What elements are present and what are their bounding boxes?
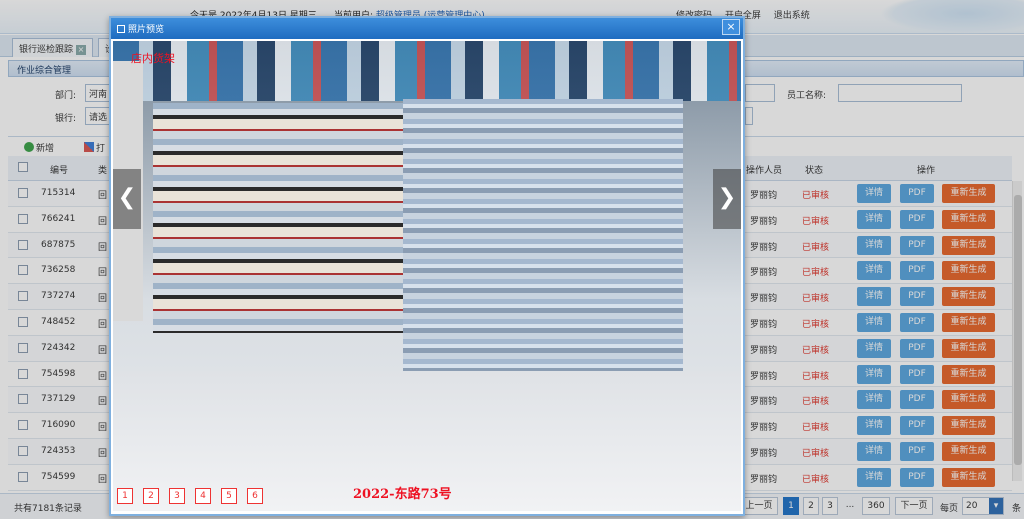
preview-photo: 店内货架 2022-东路73号 ❮ ❯ 1 2 3 4 5 6	[113, 41, 741, 511]
photo-preview-modal: 照片预览 × 店内货架 2022-东路73号 ❮ ❯ 1 2 3 4 5 6	[109, 16, 745, 516]
close-icon[interactable]: ×	[722, 19, 740, 35]
photo-index-1[interactable]: 1	[117, 488, 133, 504]
next-photo-arrow[interactable]: ❯	[713, 169, 741, 229]
photo-index-3[interactable]: 3	[169, 488, 185, 504]
photo-shirts-rack	[113, 41, 741, 101]
window-icon	[117, 25, 125, 33]
photo-index-5[interactable]: 5	[221, 488, 237, 504]
photo-shelf	[153, 103, 403, 333]
photo-watermark: 2022-东路73号	[353, 487, 452, 502]
photo-index-6[interactable]: 6	[247, 488, 263, 504]
prev-photo-arrow[interactable]: ❮	[113, 169, 141, 229]
photo-index-4[interactable]: 4	[195, 488, 211, 504]
photo-jeans-rack	[403, 99, 683, 375]
modal-header: 照片预览	[111, 18, 743, 39]
photo-index-2[interactable]: 2	[143, 488, 159, 504]
photo-caption: 店内货架	[131, 52, 175, 65]
modal-title: 照片预览	[128, 25, 165, 35]
